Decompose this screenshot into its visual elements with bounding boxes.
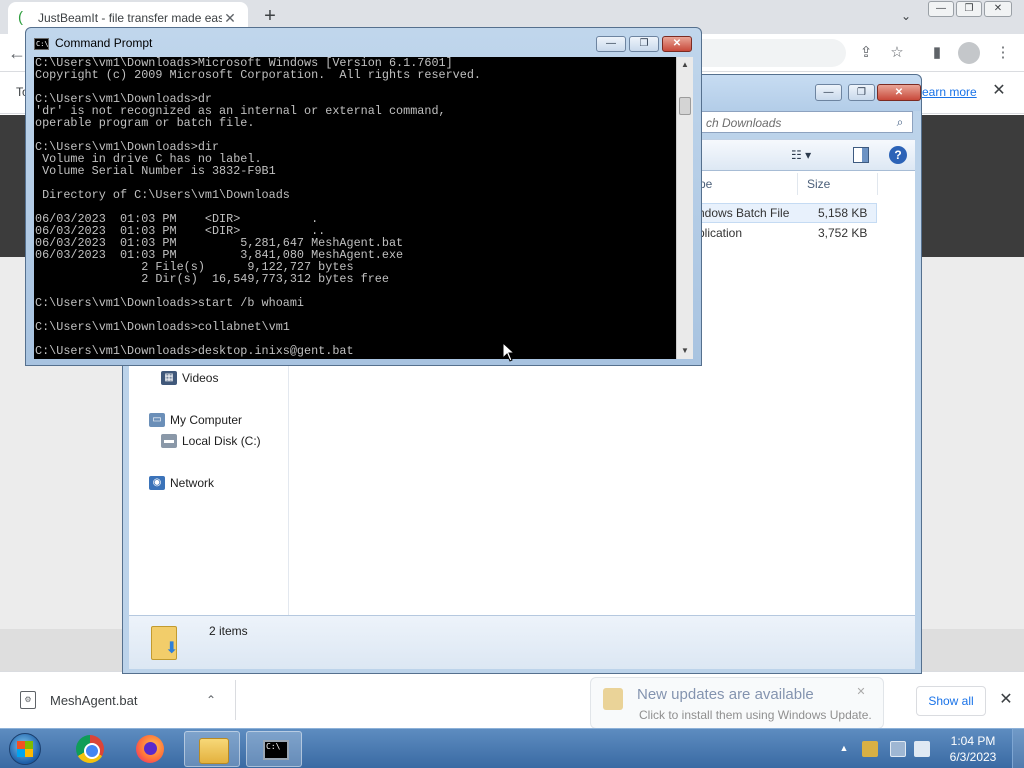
windows-logo-icon	[17, 741, 33, 757]
clock-time: 1:04 PM	[950, 734, 996, 748]
tab-search-chevron-icon[interactable]: ⌄	[896, 6, 916, 26]
console-line: Volume Serial Number is 3832-F9B1	[35, 164, 276, 178]
chrome-minimize-button[interactable]: —	[928, 1, 954, 17]
learn-more-link[interactable]: earn more	[922, 85, 977, 99]
nav-item-videos[interactable]: ▦ Videos	[161, 371, 218, 385]
taskbar-explorer-button[interactable]	[184, 731, 240, 767]
show-desktop-button[interactable]	[1012, 729, 1024, 768]
download-options-chevron-icon[interactable]: ⌃	[201, 693, 221, 707]
windows-update-icon	[603, 688, 623, 710]
scroll-up-arrow-icon[interactable]: ▲	[677, 57, 693, 73]
column-divider[interactable]	[877, 173, 878, 195]
tab-close-icon[interactable]: ✕	[222, 10, 238, 26]
chrome-menu-icon[interactable]: ⋮	[992, 42, 1014, 64]
console-line: C:\Users\vm1\Downloads>start /b whoami	[35, 296, 305, 310]
system-clock[interactable]: 1:04 PM 6/3/2023	[938, 733, 1008, 765]
taskbar: C:\ ▲ 1:04 PM 6/3/2023	[0, 728, 1024, 768]
download-file-name: MeshAgent.bat	[50, 692, 138, 708]
show-hidden-icons-arrow-icon[interactable]: ▲	[838, 741, 850, 755]
console-line: 2 Dir(s) 16,549,773,312 bytes free	[35, 272, 389, 286]
scroll-thumb[interactable]	[679, 97, 691, 115]
volume-muted-icon[interactable]	[914, 741, 930, 757]
windows-update-notification[interactable]: New updates are available Click to insta…	[590, 677, 884, 729]
justbeamit-favicon-icon: (	[18, 9, 23, 26]
start-button[interactable]	[4, 731, 46, 767]
folder-icon	[199, 738, 229, 764]
cmd-close-button[interactable]: ✕	[662, 36, 692, 52]
download-item[interactable]: ⚙ MeshAgent.bat ⌃	[8, 680, 236, 720]
help-icon[interactable]: ?	[889, 146, 907, 164]
nav-label-local-disk: Local Disk (C:)	[182, 434, 261, 448]
network-tray-icon[interactable]	[890, 741, 906, 757]
download-bar-close-icon[interactable]: ✕	[996, 690, 1016, 710]
explorer-close-button[interactable]: ✕	[877, 84, 921, 101]
chrome-restore-button[interactable]: ❐	[956, 1, 982, 17]
preview-pane-icon[interactable]	[853, 147, 869, 163]
address-bar[interactable]	[700, 39, 846, 67]
command-prompt-window: C:\ Command Prompt — ❐ ✕ C:\Users\vm1\Do…	[25, 27, 702, 366]
batch-file-icon: ⚙	[20, 691, 36, 709]
downloads-folder-icon: ⬇	[151, 622, 185, 662]
mouse-pointer-icon	[502, 342, 516, 362]
console-line: Copyright (c) 2009 Microsoft Corporation…	[35, 68, 481, 82]
file-type: ndows Batch File	[698, 206, 790, 220]
console-line: C:\Users\vm1\Downloads>desktop.inixs@gen…	[35, 344, 354, 358]
column-header-size[interactable]: Size	[807, 171, 830, 197]
file-type: plication	[698, 226, 743, 240]
bookmark-star-icon[interactable]: ☆	[886, 42, 908, 64]
show-all-button[interactable]: Show all	[916, 686, 986, 716]
console-line: operable program or batch file.	[35, 116, 255, 130]
windows-update-tray-icon[interactable]	[862, 741, 878, 757]
item-count: 2 items	[209, 624, 248, 638]
file-size: 3,752 KB	[818, 226, 868, 240]
search-placeholder: ch Downloads	[706, 116, 782, 130]
new-tab-button[interactable]: +	[258, 5, 282, 29]
file-size: 5,158 KB	[818, 206, 868, 220]
firefox-icon	[136, 735, 164, 763]
explorer-search-input[interactable]: ch Downloads ⌕	[701, 111, 913, 133]
scroll-down-arrow-icon[interactable]: ▼	[677, 343, 693, 359]
console-line: C:\Users\vm1\Downloads>collabnet\vm1	[35, 320, 290, 334]
command-prompt-icon: C:\	[34, 38, 49, 50]
chrome-close-button[interactable]: ✕	[984, 1, 1012, 17]
cmd-title-bar[interactable]: C:\ Command Prompt — ❐ ✕	[26, 28, 701, 57]
side-panel-icon[interactable]: ▮	[926, 42, 948, 64]
column-divider[interactable]	[797, 173, 798, 195]
console-output[interactable]: C:\Users\vm1\Downloads>Microsoft Windows…	[34, 57, 676, 359]
nav-label-videos: Videos	[182, 371, 219, 385]
notification-title: New updates are available	[637, 686, 814, 703]
computer-icon: ▭	[149, 413, 165, 427]
cmd-minimize-button[interactable]: —	[596, 36, 626, 52]
nav-label-my-computer: My Computer	[170, 413, 243, 427]
clock-date: 6/3/2023	[949, 750, 997, 764]
nav-item-local-disk[interactable]: ▬ Local Disk (C:)	[161, 434, 261, 448]
cmd-title: Command Prompt	[55, 36, 153, 50]
taskbar-firefox-button[interactable]	[122, 731, 178, 767]
videos-library-icon: ▦	[161, 371, 177, 385]
search-icon[interactable]: ⌕	[892, 114, 908, 130]
cmd-scrollbar[interactable]: ▲ ▼	[676, 57, 693, 359]
info-bar-close-icon[interactable]: ✕	[990, 82, 1008, 100]
taskbar-chrome-button[interactable]	[60, 731, 116, 767]
share-icon[interactable]: ⇪	[855, 42, 877, 64]
command-prompt-icon: C:\	[263, 740, 289, 760]
profile-avatar-icon[interactable]	[958, 42, 980, 64]
nav-item-my-computer[interactable]: ▭ My Computer	[149, 413, 242, 427]
change-view-icon[interactable]: ☷ ▾	[791, 148, 829, 164]
nav-label-network: Network	[170, 476, 215, 490]
network-icon: ◉	[149, 476, 165, 490]
explorer-maximize-button[interactable]: ❐	[848, 84, 875, 101]
tab-title: JustBeamIt - file transfer made easy	[38, 11, 222, 25]
chrome-icon	[76, 735, 104, 763]
local-disk-icon: ▬	[161, 434, 177, 448]
explorer-minimize-button[interactable]: —	[815, 84, 842, 101]
details-pane: ⬇ 2 items	[129, 615, 915, 669]
taskbar-cmd-button[interactable]: C:\	[246, 731, 302, 767]
nav-item-network[interactable]: ◉ Network	[149, 476, 214, 490]
notification-close-icon[interactable]: ✕	[853, 684, 869, 700]
console-line: Directory of C:\Users\vm1\Downloads	[35, 188, 290, 202]
notification-body: Click to install them using Windows Upda…	[639, 708, 872, 722]
cmd-maximize-button[interactable]: ❐	[629, 36, 659, 52]
